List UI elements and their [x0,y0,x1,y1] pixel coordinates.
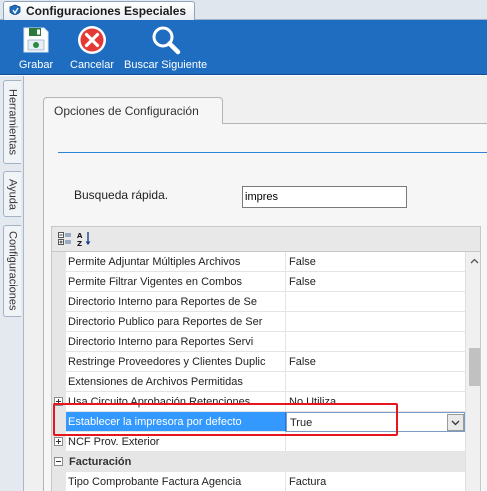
tab-opciones-de-configuracion[interactable]: Opciones de Configuración [43,97,223,124]
property-name: Restringe Proveedores y Clientes Duplic [66,352,286,372]
property-value[interactable]: False [286,352,465,372]
grid-row[interactable]: Usa Circuito Aprobación Retenciones No U… [52,392,465,412]
app-icon [9,4,21,15]
panel-title: Opciones de Configuración [54,104,199,118]
quick-search-input[interactable] [242,186,407,208]
grid-row[interactable]: Tipo Comprobante Factura Agencia Factura [52,472,465,491]
scroll-up-button[interactable] [466,252,480,269]
grid-row[interactable]: Permite Adjuntar Múltiples Archivos Fals… [52,252,465,272]
property-name: Directorio Publico para Reportes de Ser [66,312,286,332]
tab-configuraciones-especiales[interactable]: Configuraciones Especiales [3,1,195,20]
property-value: True [290,417,313,429]
property-value[interactable] [286,332,465,352]
property-value-dropdown[interactable]: True [286,412,465,432]
divider [58,152,487,153]
dropdown-button[interactable] [447,414,464,431]
options-panel: Busqueda rápida. A Z [43,123,487,491]
expand-icon[interactable] [54,437,63,446]
main-toolbar: Grabar Cancelar Buscar Siguiente [0,20,487,75]
property-name: Permite Filtrar Vigentes en Combos [66,272,286,292]
expand-icon[interactable] [54,397,63,406]
property-name: Tipo Comprobante Factura Agencia [66,472,286,491]
save-button[interactable]: Grabar [18,22,54,71]
grid-row[interactable]: Permite Filtrar Vigentes en Combos False [52,272,465,292]
grid-row[interactable]: Directorio Interno para Reportes de Se [52,292,465,312]
alphabetical-sort-button[interactable]: A Z [77,231,93,247]
grid-row[interactable]: Extensiones de Archivos Permitidas [52,372,465,392]
category-label: Facturación [66,452,465,472]
scrollbar-thumb[interactable] [469,348,480,386]
property-value[interactable] [286,372,465,392]
alphabetical-sort-icon: A Z [77,232,91,247]
chevron-down-icon [451,420,460,425]
svg-text:Z: Z [77,240,82,247]
property-value[interactable] [286,292,465,312]
side-tab-label: Configuraciones [6,231,19,311]
chevron-up-icon [470,258,479,263]
side-tab-label: Ayuda [6,178,19,210]
tab-title: Configuraciones Especiales [26,4,187,18]
find-next-label: Buscar Siguiente [124,59,208,71]
side-tab-ayuda[interactable]: Ayuda [3,171,21,217]
property-value[interactable]: False [286,252,465,272]
property-value[interactable] [286,432,465,452]
cancel-label: Cancelar [70,59,115,71]
grid-category-row[interactable]: Facturación [52,452,465,472]
property-name: Directorio Interno para Reportes de Se [66,292,286,312]
property-value[interactable]: False [286,272,465,292]
document-tab-strip: Configuraciones Especiales [0,0,487,20]
property-name: Extensiones de Archivos Permitidas [66,372,286,392]
floppy-save-icon [23,27,49,53]
cancel-icon [78,26,107,54]
property-name: Usa Circuito Aprobación Retenciones [66,392,286,412]
quick-search-label: Busqueda rápida. [74,188,169,202]
side-tab-strip: Herramientas Ayuda Configuraciones [0,76,24,491]
property-name: Permite Adjuntar Múltiples Archivos [66,252,286,272]
property-grid: Permite Adjuntar Múltiples Archivos Fals… [51,251,481,491]
property-name: NCF Prov. Exterior [66,432,286,452]
side-tab-herramientas[interactable]: Herramientas [3,80,21,164]
property-grid-toolbar: A Z [51,226,481,251]
find-next-button[interactable]: Buscar Siguiente [124,22,207,71]
content-area: Opciones de Configuración Busqueda rápid… [24,76,487,491]
property-value[interactable]: No Utiliza [286,392,465,412]
grid-row-selected[interactable]: Establecer la impresora por defecto True [52,412,465,432]
magnifier-icon [152,26,180,55]
grid-row[interactable]: Directorio Publico para Reportes de Ser [52,312,465,332]
collapse-icon[interactable] [54,457,63,466]
side-tab-configuraciones[interactable]: Configuraciones [3,225,21,317]
categorized-view-icon [58,232,71,245]
grid-row[interactable]: Directorio Interno para Reportes Servi [52,332,465,352]
save-label: Grabar [18,59,54,71]
property-value[interactable]: Factura [286,472,465,491]
grid-row[interactable]: NCF Prov. Exterior [52,432,465,452]
grid-row[interactable]: Restringe Proveedores y Clientes Duplic … [52,352,465,372]
side-tab-label: Herramientas [6,88,19,156]
cancel-button[interactable]: Cancelar [70,22,114,71]
property-value[interactable] [286,312,465,332]
svg-text:A: A [77,232,83,240]
property-name: Establecer la impresora por defecto [66,412,286,432]
categorized-view-button[interactable] [57,231,73,247]
vertical-scrollbar[interactable] [465,252,480,491]
property-name: Directorio Interno para Reportes Servi [66,332,286,352]
